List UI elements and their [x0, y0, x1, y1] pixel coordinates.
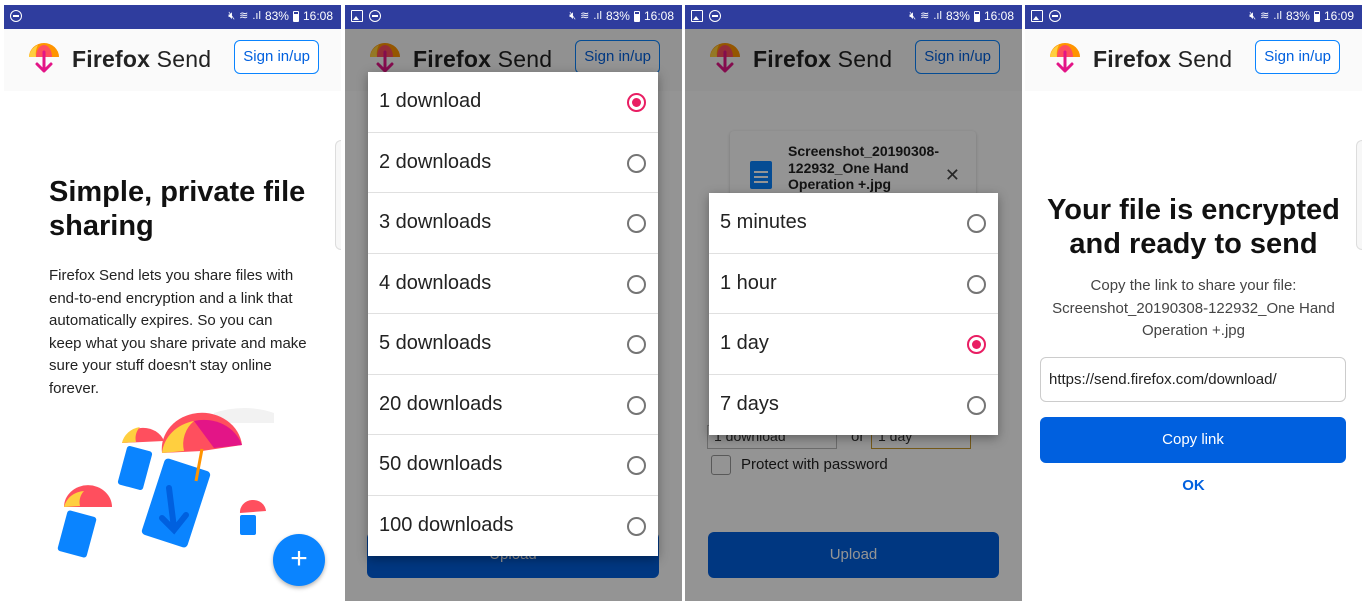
- expiry-option[interactable]: 1 day: [709, 314, 998, 375]
- mute-icon: 🔇︎: [228, 10, 236, 22]
- do-not-disturb-icon: [10, 10, 22, 22]
- status-bar: 🔇︎ ≋ .ıl 83% 16:08: [4, 5, 341, 29]
- radio-icon: [627, 153, 646, 173]
- sign-in-button[interactable]: Sign in/up: [234, 40, 319, 74]
- wifi-icon: ≋: [580, 10, 590, 22]
- status-bar: 🔇︎ ≋ .ıl 83% 16:09: [1025, 5, 1362, 29]
- mute-icon: 🔇︎: [1249, 10, 1257, 22]
- download-option[interactable]: 5 downloads: [368, 314, 658, 375]
- page-title: Your file is encrypted and ready to send: [1047, 194, 1340, 260]
- download-option[interactable]: 4 downloads: [368, 254, 658, 314]
- firefox-send-logo-icon: [29, 43, 59, 73]
- do-not-disturb-icon: [709, 10, 721, 22]
- radio-icon: [627, 395, 646, 415]
- umbrella-files-illustration: [57, 408, 274, 558]
- expiry-option[interactable]: 7 days: [709, 375, 998, 436]
- wifi-icon: ≋: [239, 10, 249, 22]
- image-notification-icon: [691, 10, 703, 22]
- signal-icon: .ıl: [933, 10, 942, 22]
- signal-icon: .ıl: [1273, 10, 1282, 22]
- radio-selected-icon: [627, 93, 646, 112]
- battery-percent: 83%: [605, 9, 630, 23]
- share-link-field[interactable]: https://send.firefox.com/download/: [1040, 357, 1346, 402]
- add-file-button[interactable]: +: [273, 534, 325, 586]
- download-option[interactable]: 1 download: [368, 72, 658, 133]
- radio-icon: [967, 274, 986, 294]
- radio-icon: [627, 335, 646, 354]
- radio-icon: [967, 214, 986, 233]
- signal-icon: .ıl: [593, 10, 602, 22]
- image-notification-icon: [1031, 10, 1043, 22]
- file-name: Screenshot_20190308-122932_One Hand Oper…: [1052, 299, 1335, 340]
- page-title: Simple, private file sharing: [49, 176, 306, 242]
- battery-icon: [633, 10, 640, 22]
- radio-icon: [967, 395, 986, 415]
- sign-in-button[interactable]: Sign in/up: [1255, 40, 1340, 74]
- wifi-icon: ≋: [920, 10, 930, 22]
- brand-title: Firefox Send: [1093, 46, 1233, 72]
- battery-percent: 83%: [1285, 9, 1310, 23]
- phone-screen-download-limit: 🔇︎ ≋ .ıl 83% 16:08 Firefox Send Sign in/…: [345, 5, 682, 601]
- image-notification-icon: [351, 10, 363, 22]
- radio-icon: [627, 214, 646, 233]
- radio-icon: [627, 274, 646, 294]
- download-option[interactable]: 20 downloads: [368, 375, 658, 435]
- app-header: Firefox Send Sign in/up: [1025, 29, 1362, 91]
- battery-icon: [292, 10, 299, 22]
- do-not-disturb-icon: [369, 10, 381, 22]
- clock: 16:09: [1323, 9, 1354, 23]
- download-limit-dialog: 1 download 2 downloads 3 downloads 4 dow…: [368, 72, 658, 556]
- phone-screen-share-link: 🔇︎ ≋ .ıl 83% 16:09 Firefox Send Sign in/…: [1025, 5, 1362, 601]
- battery-percent: 83%: [945, 9, 970, 23]
- phone-screen-expiry: 🔇︎ ≋ .ıl 83% 16:08 Firefox Send Sign in/…: [685, 5, 1022, 601]
- app-header: Firefox Send Sign in/up: [4, 29, 341, 91]
- copy-link-button[interactable]: Copy link: [1040, 417, 1346, 463]
- status-bar: 🔇︎ ≋ .ıl 83% 16:08: [345, 5, 682, 29]
- status-bar: 🔇︎ ≋ .ıl 83% 16:08: [685, 5, 1022, 29]
- radio-icon: [627, 516, 646, 536]
- wifi-icon: ≋: [1260, 10, 1270, 22]
- do-not-disturb-icon: [1049, 10, 1061, 22]
- expiry-time-dialog: 5 minutes 1 hour 1 day 7 days: [709, 193, 998, 435]
- ok-button[interactable]: OK: [1025, 477, 1362, 494]
- radio-selected-icon: [967, 335, 986, 354]
- download-option[interactable]: 3 downloads: [368, 193, 658, 254]
- battery-percent: 83%: [264, 9, 289, 23]
- mute-icon: 🔇︎: [909, 10, 917, 22]
- copy-instructions: Copy the link to share your file: Screen…: [1037, 275, 1350, 343]
- expiry-option[interactable]: 5 minutes: [709, 193, 998, 254]
- download-option[interactable]: 2 downloads: [368, 133, 658, 193]
- radio-icon: [627, 456, 646, 475]
- battery-icon: [1313, 10, 1320, 22]
- signal-icon: .ıl: [252, 10, 261, 22]
- expiry-option[interactable]: 1 hour: [709, 254, 998, 314]
- brand-title: Firefox Send: [72, 46, 212, 72]
- clock: 16:08: [643, 9, 674, 23]
- clock: 16:08: [983, 9, 1014, 23]
- battery-icon: [973, 10, 980, 22]
- clock: 16:08: [302, 9, 333, 23]
- side-card-edge: [335, 140, 341, 250]
- phone-screen-home: 🔇︎ ≋ .ıl 83% 16:08 Firefox Send Sign in/…: [4, 5, 341, 601]
- intro-text: Firefox Send lets you share files with e…: [49, 267, 307, 397]
- mute-icon: 🔇︎: [569, 10, 577, 22]
- download-option[interactable]: 100 downloads: [368, 496, 658, 557]
- download-option[interactable]: 50 downloads: [368, 435, 658, 496]
- firefox-send-logo-icon: [1050, 43, 1080, 73]
